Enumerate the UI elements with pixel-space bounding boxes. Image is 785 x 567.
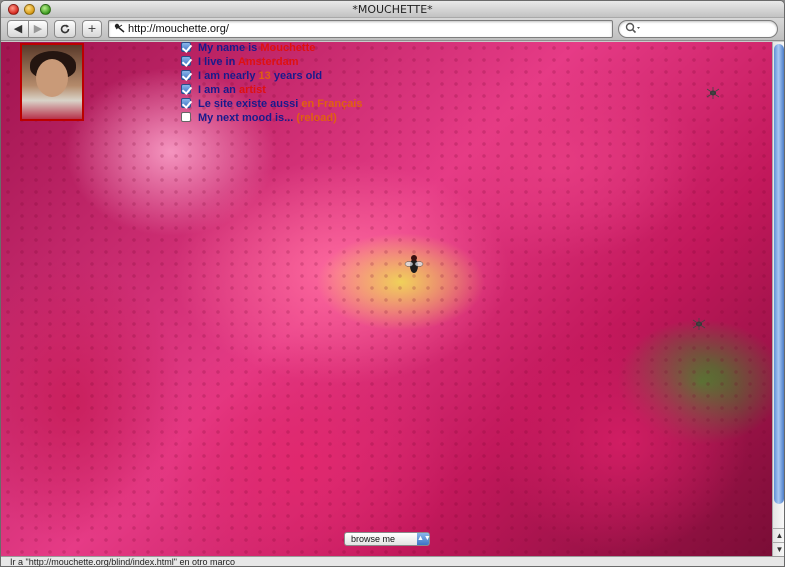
- small-fly-icon[interactable]: [705, 86, 721, 100]
- web-page-content: My name is Mouchette I live in Amsterdam…: [1, 42, 772, 556]
- back-arrow-icon: ◀: [13, 22, 23, 35]
- checkbox[interactable]: [181, 112, 191, 122]
- browser-window: *MOUCHETTE* ◀ ▶ + http://mouchette.org/: [0, 0, 785, 567]
- forward-arrow-icon: ▶: [33, 22, 43, 35]
- checkbox[interactable]: [181, 56, 191, 66]
- mouchette-portrait-photo[interactable]: [20, 43, 84, 121]
- search-icon: [625, 22, 641, 37]
- link-age[interactable]: 13: [259, 70, 271, 82]
- dropdown-arrows-icon: ▲▼: [417, 533, 431, 545]
- vertical-scrollbar[interactable]: ▲ ▼: [772, 42, 784, 556]
- link-reload[interactable]: (reload): [296, 112, 336, 124]
- menu-item-mood[interactable]: My next mood is... (reload): [181, 111, 362, 125]
- link-artist[interactable]: artist: [239, 84, 266, 96]
- small-fly-icon[interactable]: [691, 317, 707, 331]
- scroll-down-arrow-icon[interactable]: ▼: [773, 542, 784, 555]
- browse-me-select[interactable]: browse me ▲▼: [344, 532, 431, 546]
- forward-button[interactable]: ▶: [28, 20, 48, 38]
- toolbar: ◀ ▶ + http://mouchette.org/: [1, 18, 784, 41]
- link-mouchette[interactable]: Mouchette: [260, 42, 315, 54]
- menu-item-location[interactable]: I live in Amsterdam: [181, 55, 362, 69]
- back-button[interactable]: ◀: [7, 20, 29, 38]
- plus-icon: +: [87, 22, 97, 35]
- search-field[interactable]: [618, 20, 778, 38]
- reload-button[interactable]: [54, 20, 76, 38]
- reload-icon: [60, 24, 70, 34]
- menu-item-artist[interactable]: I am an artist: [181, 83, 362, 97]
- menu-item-french[interactable]: Le site existe aussi en Français: [181, 97, 362, 111]
- menu-item-age[interactable]: I am nearly 13 years old: [181, 69, 362, 83]
- link-francais[interactable]: en Français: [301, 98, 362, 110]
- title-bar: *MOUCHETTE*: [1, 1, 784, 18]
- lily-flower-background: [1, 42, 772, 556]
- fly-icon[interactable]: [404, 252, 424, 278]
- window-title: *MOUCHETTE*: [352, 3, 433, 16]
- add-bookmark-button[interactable]: +: [82, 20, 102, 38]
- checkbox[interactable]: [181, 84, 191, 94]
- scrollbar-thumb[interactable]: [774, 44, 784, 504]
- menu-item-name[interactable]: My name is Mouchette: [181, 42, 362, 55]
- checkbox[interactable]: [181, 70, 191, 80]
- scroll-up-arrow-icon[interactable]: ▲: [773, 528, 784, 541]
- checkbox[interactable]: [181, 98, 191, 108]
- status-bar: Ir a "http://mouchette.org/blind/index.h…: [1, 556, 784, 567]
- address-bar[interactable]: http://mouchette.org/: [108, 20, 613, 38]
- link-amsterdam[interactable]: Amsterdam: [238, 56, 299, 68]
- checkbox[interactable]: [181, 42, 191, 52]
- intro-menu: My name is Mouchette I live in Amsterdam…: [181, 42, 362, 125]
- portrait-face: [36, 59, 68, 97]
- site-favicon-icon: [113, 22, 125, 37]
- status-text: Ir a "http://mouchette.org/blind/index.h…: [10, 557, 235, 567]
- url-text: http://mouchette.org/: [128, 23, 229, 35]
- browse-select-label: browse me: [351, 534, 396, 544]
